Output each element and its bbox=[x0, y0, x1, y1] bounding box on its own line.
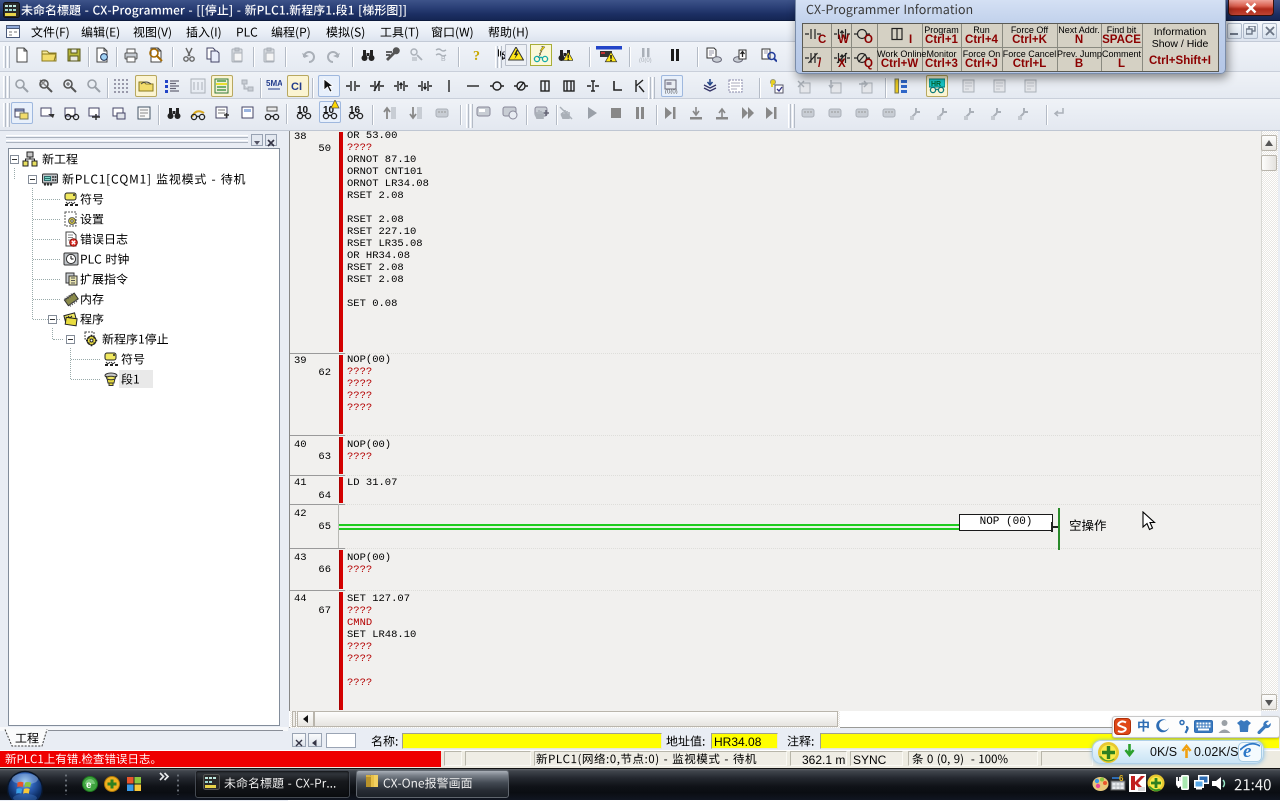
svg-text:5MA: 5MA bbox=[266, 79, 282, 88]
svg-text:?: ? bbox=[473, 49, 480, 63]
svg-text:CI: CI bbox=[291, 81, 302, 93]
svg-text:B: B bbox=[441, 56, 446, 63]
svg-text:6: 6 bbox=[1119, 775, 1124, 783]
svg-text:(0(0): (0(0) bbox=[665, 90, 678, 95]
svg-text:e: e bbox=[86, 780, 92, 791]
svg-text:(0(0): (0(0) bbox=[639, 58, 652, 63]
